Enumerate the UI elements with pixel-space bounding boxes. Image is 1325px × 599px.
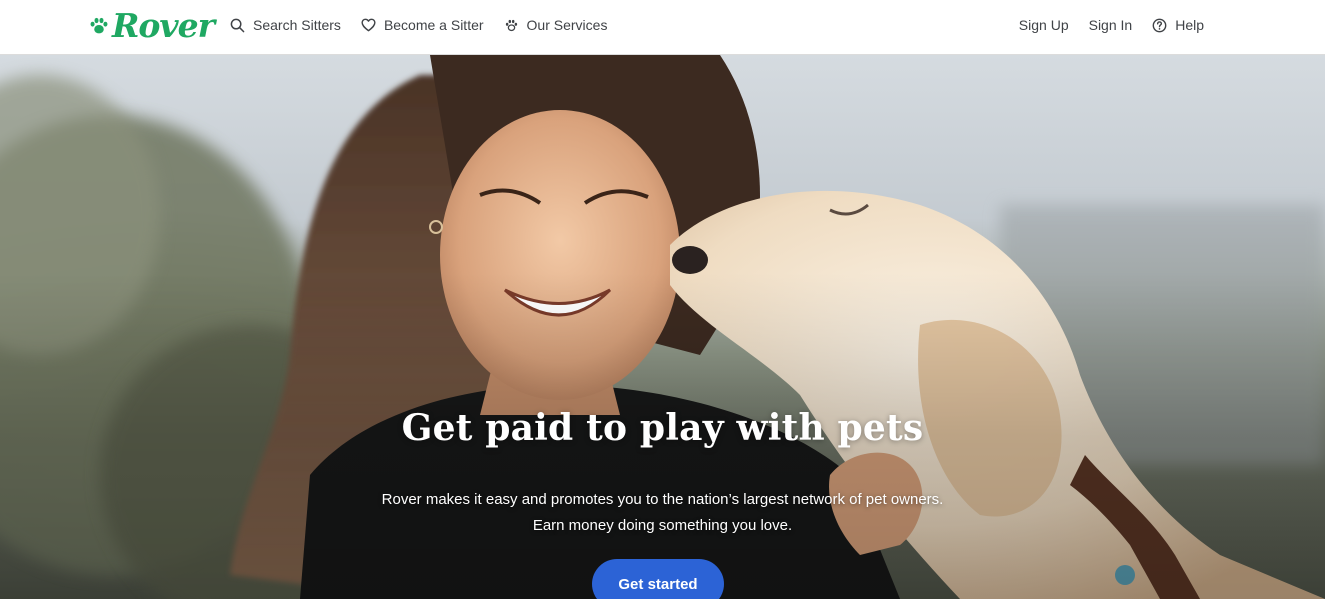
- nav-become-a-sitter[interactable]: Become a Sitter: [361, 17, 484, 33]
- nav-label: Our Services: [526, 17, 608, 33]
- page: Rover Search Sitters Become a Sitter Our…: [0, 0, 1325, 599]
- nav-label: Search Sitters: [253, 17, 341, 33]
- get-started-button[interactable]: Get started: [592, 559, 724, 599]
- primary-nav: Search Sitters Become a Sitter Our Servi…: [230, 0, 627, 50]
- nav-label: Sign Up: [1018, 17, 1069, 33]
- question-circle-icon: [1152, 18, 1167, 32]
- nav-label: Help: [1175, 17, 1204, 33]
- hero-title: Get paid to play with pets: [401, 407, 924, 449]
- hero-subtitle-line-2: Earn money doing something you love.: [532, 517, 793, 534]
- nav-help[interactable]: Help: [1152, 17, 1204, 33]
- search-icon: [230, 18, 245, 32]
- logo-wordmark: Rover: [112, 6, 215, 45]
- nav-sign-up[interactable]: Sign Up: [1019, 17, 1069, 33]
- nav-sign-in[interactable]: Sign In: [1089, 17, 1133, 33]
- paw-icon: [90, 17, 108, 34]
- hero-subtitle: Rover makes it easy and promotes you to …: [0, 487, 1325, 539]
- nav-our-services[interactable]: Our Services: [504, 17, 608, 33]
- nav-label: Become a Sitter: [383, 17, 484, 33]
- account-nav: Sign Up Sign In Help: [999, 0, 1204, 50]
- top-navigation-bar: Rover Search Sitters Become a Sitter Our…: [0, 0, 1325, 55]
- rover-logo[interactable]: Rover: [88, 6, 215, 46]
- heart-icon: [361, 18, 376, 32]
- nav-search-sitters[interactable]: Search Sitters: [230, 17, 341, 33]
- hero-section: Get paid to play with pets Rover makes i…: [0, 55, 1325, 599]
- paw-icon: [505, 19, 517, 31]
- hero-subtitle-line-1: Rover makes it easy and promotes you to …: [381, 491, 944, 508]
- nav-label: Sign In: [1088, 17, 1133, 33]
